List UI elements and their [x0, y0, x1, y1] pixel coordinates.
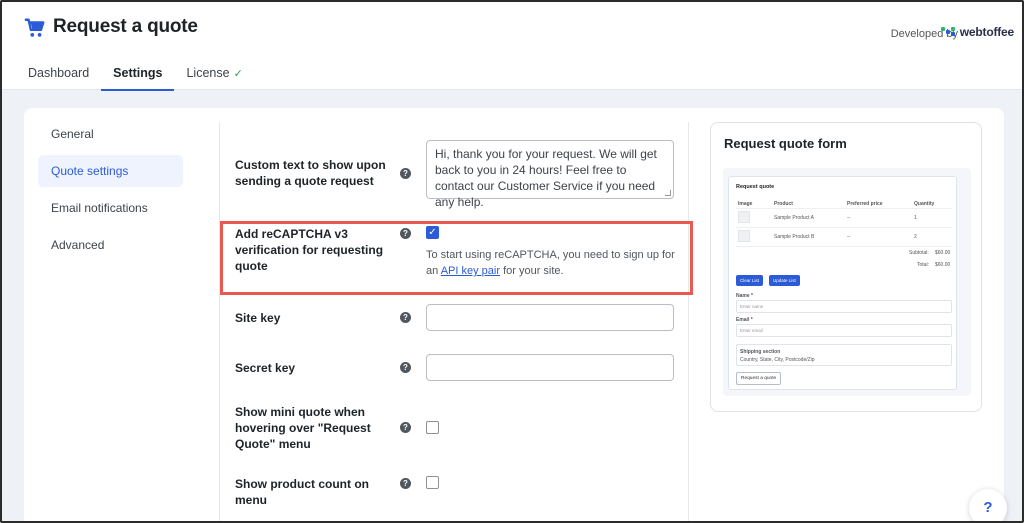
sidebar-item-email-notifications[interactable]: Email notifications: [38, 192, 183, 224]
help-icon[interactable]: ?: [400, 362, 411, 373]
settings-sidebar: General Quote settings Email notificatio…: [38, 118, 183, 266]
help-icon[interactable]: ?: [400, 312, 411, 323]
tab-license[interactable]: License ✓: [186, 66, 242, 90]
product-count-label: Show product count on menu: [235, 477, 369, 507]
custom-text-row: Custom text to show upon sending a quote…: [235, 140, 680, 209]
custom-text-textarea[interactable]: Hi, thank you for your request. We will …: [426, 140, 674, 209]
row-product: Sample Product B: [774, 234, 815, 240]
divider: [736, 246, 952, 247]
email-label: Email *: [736, 317, 753, 323]
subtotal-label: Subtotal:: [909, 250, 929, 256]
tab-license-label: License: [186, 66, 230, 80]
product-image: [738, 211, 750, 223]
col-price: Preferred price: [847, 201, 883, 207]
mini-quote-label: Show mini quote when hovering over "Requ…: [235, 405, 371, 451]
col-product: Product: [774, 201, 793, 207]
tab-dashboard[interactable]: Dashboard: [28, 66, 89, 90]
row-price: --: [847, 215, 851, 221]
help-icon[interactable]: ?: [400, 478, 411, 489]
divider: [736, 227, 952, 228]
help-icon[interactable]: ?: [400, 422, 411, 433]
highlight-box: [220, 221, 693, 295]
mini-quote-checkbox[interactable]: [426, 421, 439, 434]
mini-quote-row: Show mini quote when hovering over "Requ…: [235, 404, 680, 454]
logo-mark-icon: [940, 27, 957, 37]
preview-title: Request quote form: [724, 136, 847, 151]
help-button[interactable]: ?: [969, 489, 1007, 521]
quote-settings-form: Custom text to show upon sending a quote…: [219, 122, 689, 521]
col-quantity: Quantity: [914, 201, 935, 207]
tab-settings[interactable]: Settings: [101, 66, 175, 91]
custom-text-label: Custom text to show upon sending a quote…: [235, 158, 386, 188]
total-label: Total:: [917, 262, 929, 268]
product-image: [738, 230, 750, 242]
name-input[interactable]: Enter name: [736, 300, 952, 313]
shipping-placeholder: Country, State, City, Postcode/Zip: [740, 357, 815, 363]
clear-list-button[interactable]: Clear List: [736, 275, 764, 286]
settings-card: General Quote settings Email notificatio…: [24, 108, 1004, 521]
help-icon[interactable]: ?: [400, 168, 411, 179]
product-count-row: Show product count on menu ?: [235, 476, 680, 507]
top-bar: Request a quote Developed by webtoffee D…: [2, 2, 1022, 91]
sidebar-item-advanced[interactable]: Advanced: [38, 229, 183, 261]
row-qty: 2: [914, 234, 917, 240]
request-quote-button[interactable]: Request a quote: [736, 372, 782, 385]
update-list-button[interactable]: Update List: [769, 275, 800, 286]
product-count-checkbox[interactable]: [426, 476, 439, 489]
main-tabs: Dashboard Settings License ✓: [28, 66, 267, 91]
col-image: Image: [738, 201, 753, 207]
custom-text-value: Hi, thank you for your request. We will …: [435, 147, 657, 209]
checkmark-icon: ✓: [233, 68, 243, 80]
tab-settings-label: Settings: [113, 66, 163, 80]
secret-key-row: Secret key ?: [235, 354, 680, 382]
resize-handle-icon[interactable]: [665, 190, 671, 196]
site-key-row: Site key ?: [235, 304, 680, 332]
row-qty: 1: [914, 215, 917, 221]
preview-card: Request quote form Request quote Image P…: [710, 122, 982, 412]
name-label: Name *: [736, 293, 753, 299]
site-key-label: Site key: [235, 311, 281, 325]
tab-dashboard-label: Dashboard: [28, 66, 90, 80]
sidebar-item-general[interactable]: General: [38, 118, 183, 150]
total-value: $60.00: [935, 262, 951, 268]
cart-icon: [24, 18, 45, 37]
row-product: Sample Product A: [774, 215, 815, 221]
divider: [736, 208, 952, 209]
brand-name: webtoffee: [959, 25, 1014, 39]
app-window: Request a quote Developed by webtoffee D…: [0, 0, 1024, 523]
page-title: Request a quote: [53, 16, 198, 37]
secret-key-input[interactable]: [426, 354, 674, 381]
preview-heading: Request quote: [736, 184, 775, 190]
subtotal-value: $60.00: [935, 250, 951, 256]
webtoffee-logo[interactable]: webtoffee: [940, 25, 1014, 39]
sidebar-item-quote-settings[interactable]: Quote settings: [38, 155, 183, 187]
shipping-section: Shipping section Country, State, City, P…: [736, 344, 952, 366]
site-key-input[interactable]: [426, 304, 674, 331]
form-preview-inner: Request quote Image Product Preferred pr…: [728, 176, 957, 390]
secret-key-label: Secret key: [235, 361, 296, 375]
form-preview: Request quote Image Product Preferred pr…: [723, 168, 971, 396]
row-price: --: [847, 234, 851, 240]
shipping-label: Shipping section: [740, 349, 781, 355]
email-input[interactable]: Enter email: [736, 324, 952, 337]
